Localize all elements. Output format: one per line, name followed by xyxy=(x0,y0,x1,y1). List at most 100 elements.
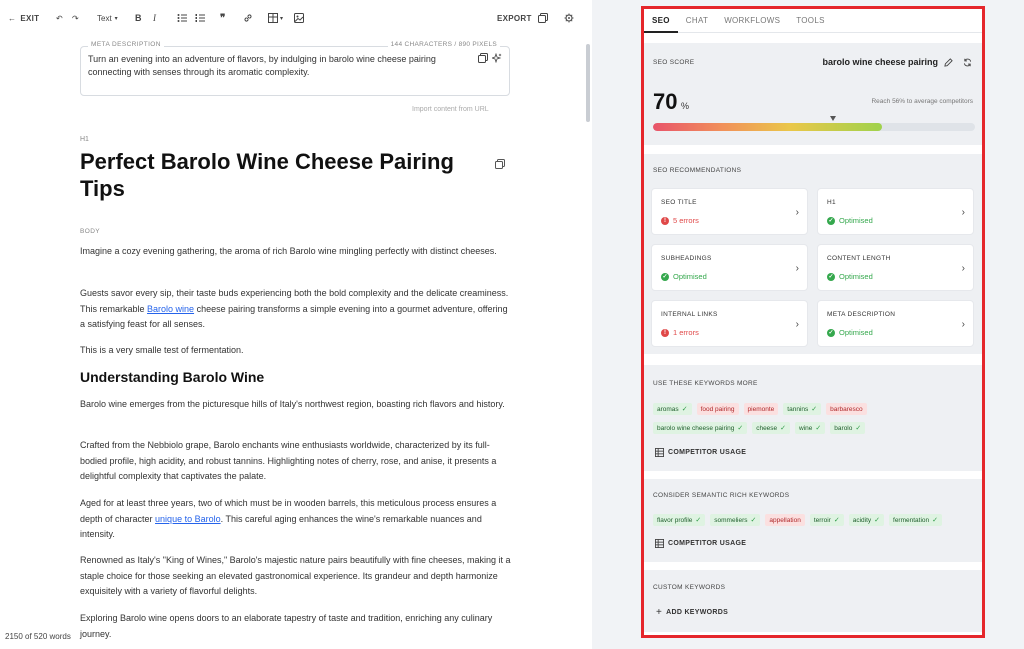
keyword-chip[interactable]: barolo ✓ xyxy=(830,422,866,434)
paragraph[interactable]: Barolo wine emerges from the picturesque… xyxy=(80,397,512,413)
copy-icon xyxy=(537,13,548,23)
keyword-chip[interactable]: barbaresco xyxy=(826,403,867,415)
h1-tag: H1 xyxy=(80,136,89,143)
bold-icon[interactable]: B xyxy=(135,11,142,25)
keyword-chip[interactable]: barolo wine cheese pairing ✓ xyxy=(653,422,748,434)
keyword-chip[interactable]: flavor profile ✓ xyxy=(653,514,706,526)
keyword-chip[interactable]: terroir ✓ xyxy=(809,514,844,526)
quote-icon[interactable]: ❞ xyxy=(220,11,225,25)
keyword-chip[interactable]: sommeliers ✓ xyxy=(710,514,761,526)
chevron-right-icon: › xyxy=(961,263,965,274)
rec-status-text: Optimised xyxy=(839,216,873,225)
bullet-list-icon[interactable] xyxy=(177,11,187,25)
custom-keywords-label: CUSTOM KEYWORDS xyxy=(653,584,726,591)
keyword-text: barolo xyxy=(834,424,853,432)
pencil-icon[interactable] xyxy=(944,58,953,67)
error-icon: ! xyxy=(661,328,669,337)
competitor-usage-label: COMPETITOR USAGE xyxy=(668,540,747,547)
import-from-url-link[interactable]: Import content from URL xyxy=(412,106,489,113)
chevron-right-icon: › xyxy=(961,319,965,330)
paragraph[interactable]: Crafted from the Nebbiolo grape, Barolo … xyxy=(80,438,512,485)
seo-panel: SEO CHAT WORKFLOWS TOOLS SEO SCORE barol… xyxy=(641,6,985,638)
keyword-chip[interactable]: fermentation ✓ xyxy=(889,514,943,526)
export-label: EXPORT xyxy=(497,13,532,23)
rec-card-subheadings[interactable]: SUBHEADINGS ✓ Optimised › xyxy=(651,244,808,291)
competitor-usage-button[interactable]: COMPETITOR USAGE xyxy=(655,539,746,548)
rec-card-status: ✓ Optimised xyxy=(827,328,873,337)
rec-card-status: ✓ Optimised xyxy=(827,272,873,281)
add-keywords-button[interactable]: + ADD KEYWORDS xyxy=(656,607,728,618)
rec-card-title: SUBHEADINGS xyxy=(661,255,712,262)
link-icon[interactable] xyxy=(243,11,253,25)
italic-icon[interactable]: I xyxy=(153,11,156,25)
rec-status-text: 1 errors xyxy=(673,328,699,337)
rec-card-meta-description[interactable]: META DESCRIPTION ✓ Optimised › xyxy=(817,300,974,347)
exit-button[interactable]: ← EXIT xyxy=(8,11,39,25)
undo-icon[interactable]: ↶ xyxy=(56,11,63,25)
rec-card-content-length[interactable]: CONTENT LENGTH ✓ Optimised › xyxy=(817,244,974,291)
section-heading[interactable]: Understanding Barolo Wine xyxy=(80,369,264,385)
chevron-right-icon: › xyxy=(961,207,965,218)
chevron-down-icon: ▾ xyxy=(280,15,284,22)
paragraph[interactable]: Imagine a cozy evening gathering, the ar… xyxy=(80,244,512,260)
paragraph[interactable]: Guests savor every sip, their taste buds… xyxy=(80,286,512,333)
check-icon: ✓ xyxy=(874,517,881,524)
paragraph[interactable]: Renowned as Italy's "King of Wines," Bar… xyxy=(80,553,512,600)
add-keywords-label: ADD KEYWORDS xyxy=(666,609,729,616)
keyword-chip-row: flavor profile ✓ sommeliers ✓ appellation … xyxy=(653,514,943,526)
refresh-icon[interactable] xyxy=(963,58,972,67)
tab-seo[interactable]: SEO xyxy=(644,9,678,33)
text-style-dropdown[interactable]: Text ▾ xyxy=(97,11,118,25)
redo-icon[interactable]: ↷ xyxy=(72,11,79,25)
editor-scrollbar[interactable] xyxy=(586,44,590,122)
chevron-right-icon: › xyxy=(795,263,799,274)
check-icon: ✓ xyxy=(695,517,702,524)
ai-sparkle-icon[interactable] xyxy=(492,53,502,63)
paragraph[interactable]: Exploring Barolo wine opens doors to an … xyxy=(80,611,512,642)
keyword-text: terroir xyxy=(813,516,831,524)
rec-card-internal-links[interactable]: INTERNAL LINKS ! 1 errors › xyxy=(651,300,808,347)
check-circle-icon: ✓ xyxy=(661,272,669,281)
barolo-wine-link[interactable]: Barolo wine xyxy=(147,304,194,314)
settings-gear-icon[interactable] xyxy=(564,11,574,25)
editor-pane: ← EXIT ↶ ↷ Text ▾ B I ❞ ▾ EXPORT META DE… xyxy=(0,0,592,649)
tab-workflows[interactable]: WORKFLOWS xyxy=(716,9,788,33)
image-icon[interactable] xyxy=(294,11,304,25)
article-title[interactable]: Perfect Barolo Wine Cheese Pairing Tips xyxy=(80,148,490,202)
keyword-chip[interactable]: cheese ✓ xyxy=(752,422,791,434)
keyword-chip[interactable]: piemonte xyxy=(743,403,779,415)
export-button[interactable]: EXPORT xyxy=(497,11,548,25)
seo-recommendations-section: SEO RECOMMENDATIONS SEO TITLE ! 5 errors … xyxy=(644,154,982,354)
keyword-chip[interactable]: aromas ✓ xyxy=(653,403,692,415)
rec-card-status: ! 1 errors xyxy=(661,328,699,337)
seo-score-bar xyxy=(653,123,975,131)
unique-to-barolo-link[interactable]: unique to Barolo xyxy=(155,514,221,524)
tab-chat[interactable]: CHAT xyxy=(678,9,716,33)
keyword-chip[interactable]: tannins ✓ xyxy=(783,403,822,415)
rec-card-h1[interactable]: H1 ✓ Optimised › xyxy=(817,188,974,235)
seo-score-value: 70 xyxy=(653,89,678,114)
check-circle-icon: ✓ xyxy=(827,216,835,225)
keyword-chip[interactable]: acidity ✓ xyxy=(848,514,885,526)
competitor-usage-button[interactable]: COMPETITOR USAGE xyxy=(655,448,746,457)
keyword-chip-row: barolo wine cheese pairing ✓ cheese ✓ wine… xyxy=(653,422,866,434)
rec-card-status: ✓ Optimised xyxy=(661,272,707,281)
paragraph[interactable]: This is a very smalle test of fermentati… xyxy=(80,343,512,359)
competitor-reach-text: Reach 56% to average competitors xyxy=(871,98,973,105)
editor-toolbar: ← EXIT ↶ ↷ Text ▾ B I ❞ ▾ EXPORT xyxy=(0,0,592,36)
keyword-chip[interactable]: appellation xyxy=(765,514,805,526)
rec-card-seo-title[interactable]: SEO TITLE ! 5 errors › xyxy=(651,188,808,235)
copy-icon[interactable] xyxy=(495,159,505,169)
table-dropdown[interactable]: ▾ xyxy=(268,11,283,25)
copy-icon[interactable] xyxy=(478,53,488,63)
keyword-text: aromas xyxy=(657,405,679,413)
meta-description-text[interactable]: Turn an evening into an adventure of fla… xyxy=(88,53,468,79)
paragraph[interactable]: Aged for at least three years, two of wh… xyxy=(80,496,512,543)
keyword-chip[interactable]: wine ✓ xyxy=(795,422,826,434)
keyword-chip[interactable]: food pairing xyxy=(696,403,739,415)
seo-score-section: SEO SCORE barolo wine cheese pairing 70 … xyxy=(644,43,982,145)
numbered-list-icon[interactable] xyxy=(195,11,205,25)
score-actions xyxy=(944,58,972,67)
body-tag: BODY xyxy=(80,228,101,235)
tab-tools[interactable]: TOOLS xyxy=(788,9,832,33)
